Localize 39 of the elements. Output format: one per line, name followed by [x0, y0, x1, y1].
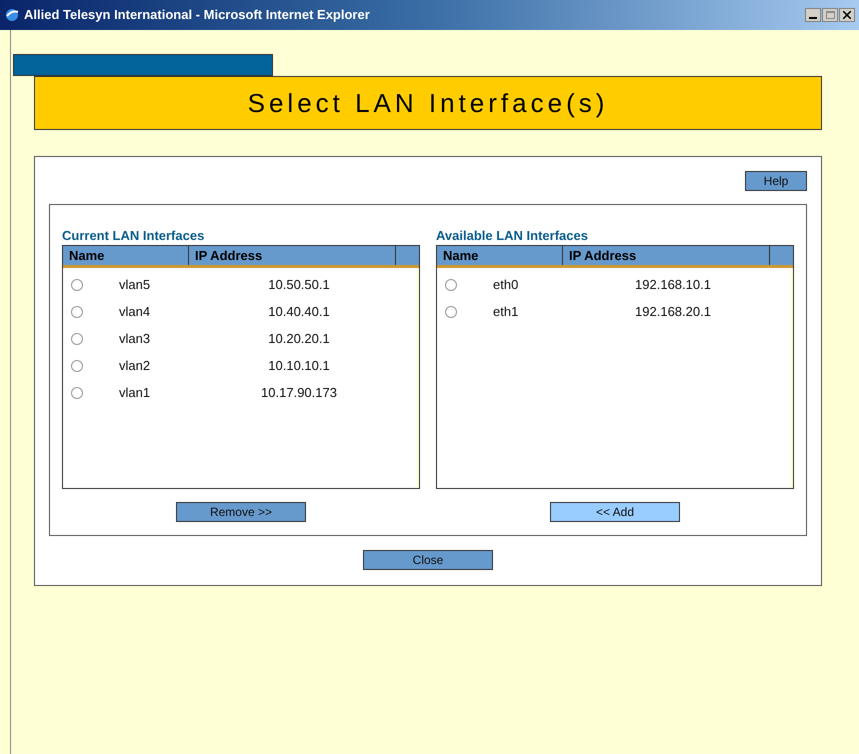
column-header: Name	[63, 246, 189, 265]
ip-address: 10.17.90.173	[260, 384, 338, 402]
column-header: IP Address	[563, 246, 770, 265]
radio-button[interactable]	[445, 306, 457, 318]
ip-address: 10.20.20.1	[267, 330, 331, 348]
ip-address: 10.40.40.1	[267, 302, 331, 321]
ip-address: 10.50.50.1	[267, 276, 331, 294]
list-title: Current LAN Interfaces	[62, 226, 206, 244]
close-window-button[interactable]	[839, 8, 855, 22]
interface-name: eth0	[493, 276, 520, 294]
radio-button[interactable]	[71, 306, 83, 318]
radio-button[interactable]	[71, 332, 83, 344]
browser-icon	[4, 7, 20, 23]
page-title: Select LAN Interface(s)	[248, 86, 608, 120]
help-button[interactable]: Help	[745, 171, 807, 191]
radio-button[interactable]	[71, 386, 83, 398]
ip-address: 10.10.10.1	[267, 356, 331, 375]
maximize-icon	[826, 11, 834, 19]
column-header: Name	[437, 246, 563, 265]
interface-name: vlan4	[119, 302, 152, 321]
window-title: Allied Telesyn International - Microsoft Internet Explorer	[24, 6, 371, 24]
close-button[interactable]: Close	[363, 550, 493, 570]
interface-name: vlan5	[119, 276, 152, 294]
interface-name: vlan2	[119, 356, 152, 375]
radio-button[interactable]	[71, 360, 83, 372]
interface-name: vlan3	[119, 330, 152, 348]
ip-address: 192.168.20.1	[634, 302, 712, 321]
close-icon	[843, 11, 851, 19]
list-title: Available LAN Interfaces	[436, 226, 589, 244]
interface-name: vlan1	[119, 384, 152, 402]
action-button[interactable]: Remove >>	[176, 502, 306, 522]
action-button[interactable]: << Add	[550, 502, 680, 522]
minimize-button[interactable]	[805, 8, 821, 22]
ip-address: 192.168.10.1	[634, 276, 712, 294]
interface-name: eth1	[493, 302, 520, 321]
minimize-icon	[809, 17, 817, 19]
radio-button[interactable]	[71, 278, 83, 290]
radio-button[interactable]	[445, 278, 457, 290]
column-header: IP Address	[189, 246, 396, 265]
